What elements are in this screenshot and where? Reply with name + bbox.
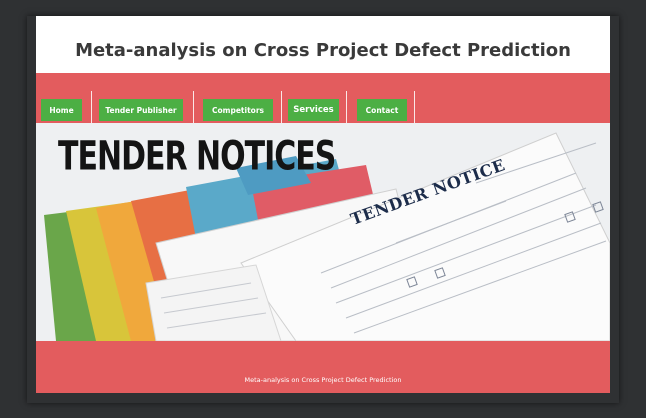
page-container: Meta-analysis on Cross Project Defect Pr… [27, 16, 619, 403]
site-title: Meta-analysis on Cross Project Defect Pr… [75, 40, 571, 61]
footer: Meta-analysis on Cross Project Defect Pr… [36, 341, 610, 393]
nav-separator [346, 91, 347, 125]
nav-separator [91, 91, 92, 125]
nav-separator [281, 91, 282, 125]
left-frame [27, 16, 36, 403]
nav-contact-button[interactable]: Contact [357, 99, 407, 121]
nav-tender-publisher-button[interactable]: Tender Publisher [99, 99, 183, 121]
bottom-frame [27, 393, 619, 403]
footer-text: Meta-analysis on Cross Project Defect Pr… [244, 376, 402, 384]
nav-separator [414, 91, 415, 125]
main-nav: Home Tender Publisher Competitors Servic… [36, 73, 610, 125]
nav-services-button[interactable]: Services [288, 99, 339, 121]
nav-home-button[interactable]: Home [41, 99, 82, 121]
right-frame [610, 16, 619, 403]
hero-heading: TENDER NOTICES [58, 133, 336, 181]
nav-separator [193, 91, 194, 125]
hero-banner: TENDER NOTICES TENDER NOTICE [36, 123, 610, 341]
nav-competitors-button[interactable]: Competitors [203, 99, 273, 121]
